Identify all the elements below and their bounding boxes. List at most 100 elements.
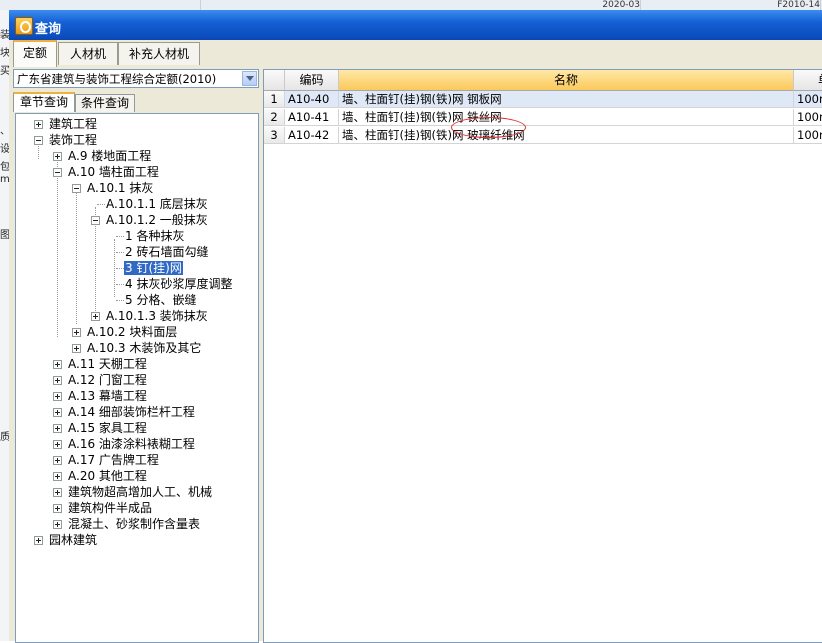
tree-node[interactable]: 2 砖石墙面勾缝 <box>124 244 209 260</box>
expand-icon[interactable] <box>53 376 62 385</box>
tree-node[interactable]: 5 分格、嵌缝 <box>124 292 197 308</box>
tree-node-label: 混凝土、砂浆制作含量表 <box>68 517 201 531</box>
tree-node-label: 4 抹灰砂浆厚度调整 <box>125 277 233 291</box>
cell-unit: 100m2 <box>794 127 822 144</box>
table-row[interactable]: 2 A10-41 墙、柱面钉(挂)钢(铁)网 铁丝网 100m2 <box>264 109 822 127</box>
column-header-name[interactable]: 名称 <box>339 70 794 91</box>
column-header-unit[interactable]: 单 <box>794 70 822 91</box>
cell-name: 墙、柱面钉(挂)钢(铁)网 玻璃纤维网 <box>339 127 794 144</box>
tab-chapter-query[interactable]: 章节查询 <box>13 92 75 112</box>
tree-node[interactable]: A.12 门窗工程 <box>53 372 148 388</box>
tree-node[interactable]: A.10.1.2 一般抹灰 <box>91 212 209 228</box>
tree-node-label: A.14 细部装饰栏杆工程 <box>68 405 195 419</box>
expand-icon[interactable] <box>72 328 81 337</box>
tree-node-label: A.15 家具工程 <box>68 421 147 435</box>
tree-node-label: A.10.1.1 底层抹灰 <box>106 197 208 211</box>
cell-unit: 100m2 <box>794 109 822 126</box>
cell-name: 墙、柱面钉(挂)钢(铁)网 铁丝网 <box>339 109 794 126</box>
tree-node-label: 5 分格、嵌缝 <box>125 293 197 307</box>
tree-node-label: 建筑工程 <box>49 117 98 131</box>
tree-node-selected[interactable]: 3 钉(挂)网 <box>124 260 183 276</box>
chevron-down-icon[interactable] <box>242 71 257 86</box>
tree-node[interactable]: A.10.3 木装饰及其它 <box>72 340 202 356</box>
cell-code: A10-40 <box>285 91 339 108</box>
tree-node[interactable]: 建筑构件半成品 <box>53 500 153 516</box>
tab-supplementary-lmm[interactable]: 补充人材机 <box>118 42 200 65</box>
tree-node[interactable]: 装饰工程 <box>34 132 98 148</box>
table-row[interactable]: 3 A10-42 墙、柱面钉(挂)钢(铁)网 玻璃纤维网 100m2 <box>264 127 822 145</box>
grid-header: 编码 名称 单 <box>264 70 822 91</box>
chapter-tree[interactable]: 建筑工程 装饰工程 A.9 楼地面工程 A.10 墙柱面工程 A.10.1 抹灰… <box>15 113 259 643</box>
expand-icon[interactable] <box>53 456 62 465</box>
expand-icon[interactable] <box>53 408 62 417</box>
quota-grid: 编码 名称 单 1 A10-40 墙、柱面钉(挂)钢(铁)网 钢板网 100m2… <box>263 69 822 643</box>
top-tab-bar: 定额 人材机 补充人材机 <box>9 40 822 70</box>
expand-icon[interactable] <box>53 472 62 481</box>
tree-node[interactable]: A.13 幕墙工程 <box>53 388 148 404</box>
expand-icon[interactable] <box>34 536 43 545</box>
tree-node[interactable]: 建筑工程 <box>34 116 98 132</box>
tree-node[interactable]: 4 抹灰砂浆厚度调整 <box>124 276 233 292</box>
background-cell: F2010-14 <box>720 0 821 10</box>
tree-node[interactable]: A.20 其他工程 <box>53 468 148 484</box>
collapse-icon[interactable] <box>91 216 100 225</box>
app-icon <box>15 17 33 35</box>
tree-node-label: A.10.1 抹灰 <box>87 181 154 195</box>
row-number: 2 <box>264 109 285 126</box>
tree-node[interactable]: A.15 家具工程 <box>53 420 148 436</box>
tree-node-label: 3 钉(挂)网 <box>124 261 183 275</box>
tree-node[interactable]: A.16 油漆涂料裱糊工程 <box>53 436 196 452</box>
row-number: 3 <box>264 127 285 144</box>
background-cell: 2020-03 <box>560 0 641 10</box>
collapse-icon[interactable] <box>72 184 81 193</box>
tree-node-label: 建筑构件半成品 <box>68 501 153 515</box>
tree-node[interactable]: A.14 细部装饰栏杆工程 <box>53 404 196 420</box>
query-dialog: 查询 定额 人材机 补充人材机 广东省建筑与装饰工程综合定额(2010) 章节查… <box>9 10 822 643</box>
tree-node-label: A.16 油漆涂料裱糊工程 <box>68 437 195 451</box>
expand-icon[interactable] <box>34 120 43 129</box>
tree-node[interactable]: 1 各种抹灰 <box>124 228 185 244</box>
tree-node-label: 1 各种抹灰 <box>125 229 185 243</box>
expand-icon[interactable] <box>53 504 62 513</box>
expand-icon[interactable] <box>53 440 62 449</box>
expand-icon[interactable] <box>53 488 62 497</box>
collapse-icon[interactable] <box>34 136 43 145</box>
column-header-code[interactable]: 编码 <box>285 70 339 91</box>
tab-condition-query[interactable]: 条件查询 <box>75 94 135 112</box>
expand-icon[interactable] <box>53 152 62 161</box>
tree-node[interactable]: 混凝土、砂浆制作含量表 <box>53 516 201 532</box>
cell-code: A10-41 <box>285 109 339 126</box>
tree-node[interactable]: A.10.1 抹灰 <box>72 180 154 196</box>
expand-icon[interactable] <box>72 344 81 353</box>
tree-node-label: A.10.1.2 一般抹灰 <box>106 213 208 227</box>
title-bar[interactable]: 查询 <box>9 10 822 40</box>
expand-icon[interactable] <box>53 360 62 369</box>
tree-node[interactable]: A.9 楼地面工程 <box>53 148 152 164</box>
cell-name: 墙、柱面钉(挂)钢(铁)网 钢板网 <box>339 91 794 108</box>
expand-icon[interactable] <box>91 312 100 321</box>
quota-library-select[interactable]: 广东省建筑与装饰工程综合定额(2010) <box>13 69 259 88</box>
tree-node-label: A.12 门窗工程 <box>68 373 147 387</box>
tree-node[interactable]: A.11 天棚工程 <box>53 356 148 372</box>
tree-node[interactable]: A.17 广告牌工程 <box>53 452 160 468</box>
expand-icon[interactable] <box>53 520 62 529</box>
tree-node[interactable]: A.10.2 块料面层 <box>72 324 178 340</box>
tree-node[interactable]: 建筑物超高增加人工、机械 <box>53 484 213 500</box>
tab-quota[interactable]: 定额 <box>13 40 57 67</box>
tree-node-label: A.10.2 块料面层 <box>87 325 178 339</box>
tree-node[interactable]: A.10.1.3 装饰抹灰 <box>91 308 209 324</box>
tab-labor-material-machine[interactable]: 人材机 <box>58 42 118 65</box>
tree-node[interactable]: A.10 墙柱面工程 <box>53 164 160 180</box>
tree-node-label: A.10.1.3 装饰抹灰 <box>106 309 208 323</box>
collapse-icon[interactable] <box>53 168 62 177</box>
tree-node[interactable]: A.10.1.1 底层抹灰 <box>105 196 209 212</box>
expand-icon[interactable] <box>53 392 62 401</box>
expand-icon[interactable] <box>53 424 62 433</box>
cell-unit: 100m2 <box>794 91 822 108</box>
tree-node-label: 建筑物超高增加人工、机械 <box>68 485 213 499</box>
table-row[interactable]: 1 A10-40 墙、柱面钉(挂)钢(铁)网 钢板网 100m2 <box>264 91 822 109</box>
tree-node[interactable]: 园林建筑 <box>34 532 98 548</box>
quota-library-value: 广东省建筑与装饰工程综合定额(2010) <box>17 72 217 86</box>
tree-node-label: A.20 其他工程 <box>68 469 147 483</box>
tree-node-label: A.10 墙柱面工程 <box>68 165 159 179</box>
